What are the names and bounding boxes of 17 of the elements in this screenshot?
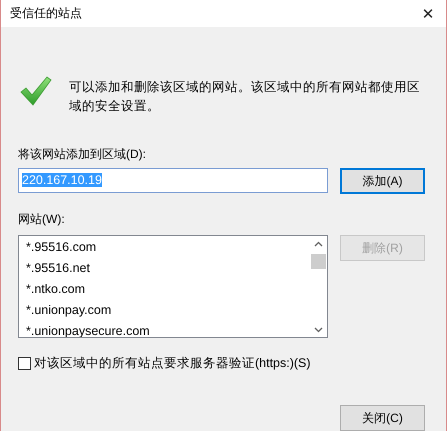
- list-item[interactable]: *.95516.net: [26, 258, 310, 279]
- list-item[interactable]: *.ntko.com: [26, 279, 310, 300]
- list-item[interactable]: *.95516.com: [26, 237, 310, 258]
- add-button[interactable]: 添加(A): [340, 168, 425, 194]
- field-label: 将该网站添加到区域(D):: [18, 146, 147, 163]
- checkbox-label[interactable]: 对该区域中的所有站点要求服务器验证(https:)(S): [34, 355, 311, 372]
- close-button[interactable]: ✕: [410, 0, 446, 27]
- window-title: 受信任的站点: [10, 5, 82, 22]
- scroll-thumb[interactable]: [311, 254, 326, 269]
- checkmark-icon: [20, 76, 52, 106]
- scroll-down-icon[interactable]: [314, 327, 323, 333]
- description-text: 可以添加和删除该区域的网站。该区域中的所有网站都使用区域的安全设置。: [69, 79, 421, 115]
- list-item[interactable]: *.unionpay.com: [26, 300, 310, 321]
- list-label: 网站(W):: [18, 211, 66, 228]
- scroll-up-icon[interactable]: [314, 241, 323, 247]
- checkbox[interactable]: [18, 357, 31, 370]
- dialog-close-button[interactable]: 关闭(C): [340, 405, 425, 431]
